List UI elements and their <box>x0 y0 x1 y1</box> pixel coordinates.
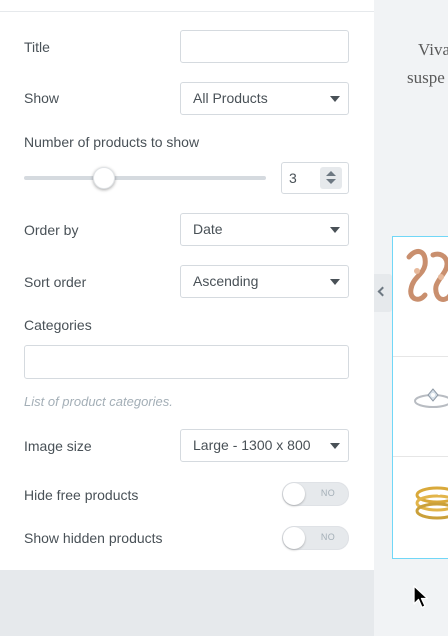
show-select-value: All Products <box>193 90 268 106</box>
imagesize-select[interactable]: Large - 1300 x 800 <box>180 429 349 462</box>
number-input[interactable]: 3 <box>281 162 349 194</box>
collapse-panel-button[interactable] <box>374 274 392 312</box>
sortorder-select[interactable]: Ascending <box>180 265 349 298</box>
sortorder-label: Sort order <box>24 274 87 290</box>
sortorder-select-value: Ascending <box>193 273 259 289</box>
mouse-pointer-icon <box>413 585 429 609</box>
hide-free-toggle[interactable]: NO <box>282 482 349 506</box>
caret-down-icon <box>330 279 340 285</box>
toggle-knob <box>283 527 305 549</box>
settings-panel: Title Show All Products Number of produc… <box>0 0 374 636</box>
divider <box>0 11 374 12</box>
toggle-knob <box>283 483 305 505</box>
categories-hint: List of product categories. <box>24 394 173 409</box>
show-select[interactable]: All Products <box>180 82 349 115</box>
settings-panel-body: Title Show All Products Number of produc… <box>0 0 374 570</box>
show-label: Show <box>24 90 60 106</box>
categories-label: Categories <box>24 317 92 333</box>
product-item[interactable] <box>393 337 448 457</box>
products-widget[interactable] <box>392 236 448 559</box>
show-hidden-toggle[interactable]: NO <box>282 526 349 550</box>
number-spinner[interactable] <box>320 167 342 189</box>
orderby-select-value: Date <box>193 221 223 237</box>
number-slider-thumb[interactable] <box>92 167 115 189</box>
categories-input[interactable] <box>24 345 349 379</box>
caret-down-icon <box>330 443 340 449</box>
chevron-left-icon <box>377 286 388 297</box>
caret-down-icon <box>330 227 340 233</box>
title-label: Title <box>24 39 50 55</box>
toggle-state: NO <box>320 532 335 542</box>
product-item[interactable] <box>393 457 448 577</box>
hide-free-label: Hide free products <box>24 487 139 503</box>
orderby-label: Order by <box>24 222 79 238</box>
preview-text-line: Viva <box>418 40 448 59</box>
gold-rings-image <box>415 486 448 520</box>
show-hidden-label: Show hidden products <box>24 530 163 546</box>
spinner-up-icon[interactable] <box>326 171 336 176</box>
number-label: Number of products to show <box>24 134 200 150</box>
number-input-value: 3 <box>289 170 297 186</box>
imagesize-select-value: Large - 1300 x 800 <box>193 437 311 453</box>
spinner-down-icon[interactable] <box>326 179 336 184</box>
earrings-image <box>406 248 448 302</box>
preview-text-line: suspe <box>407 68 445 87</box>
ring-image <box>414 388 448 408</box>
toggle-state: NO <box>320 488 335 498</box>
number-slider-track[interactable] <box>24 176 266 180</box>
orderby-select[interactable]: Date <box>180 213 349 246</box>
title-input[interactable] <box>180 30 349 63</box>
caret-down-icon <box>330 96 340 102</box>
imagesize-label: Image size <box>24 438 92 454</box>
